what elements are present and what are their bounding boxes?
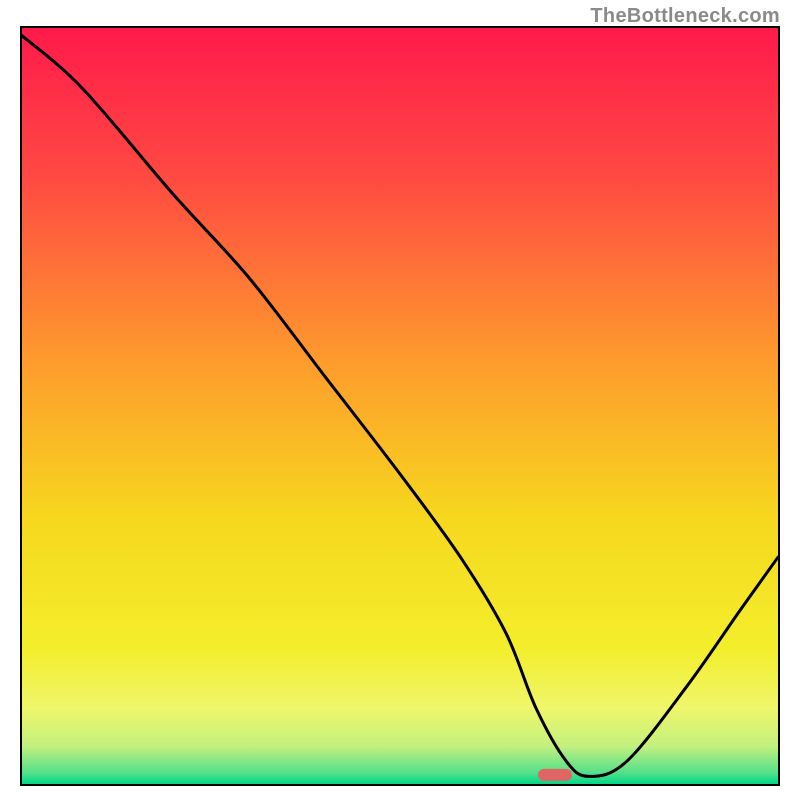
chart-frame bbox=[20, 26, 780, 786]
watermark-text: TheBottleneck.com bbox=[590, 5, 780, 28]
chart-background bbox=[22, 28, 778, 784]
bottleneck-marker bbox=[538, 769, 572, 781]
chart-svg bbox=[22, 28, 778, 784]
